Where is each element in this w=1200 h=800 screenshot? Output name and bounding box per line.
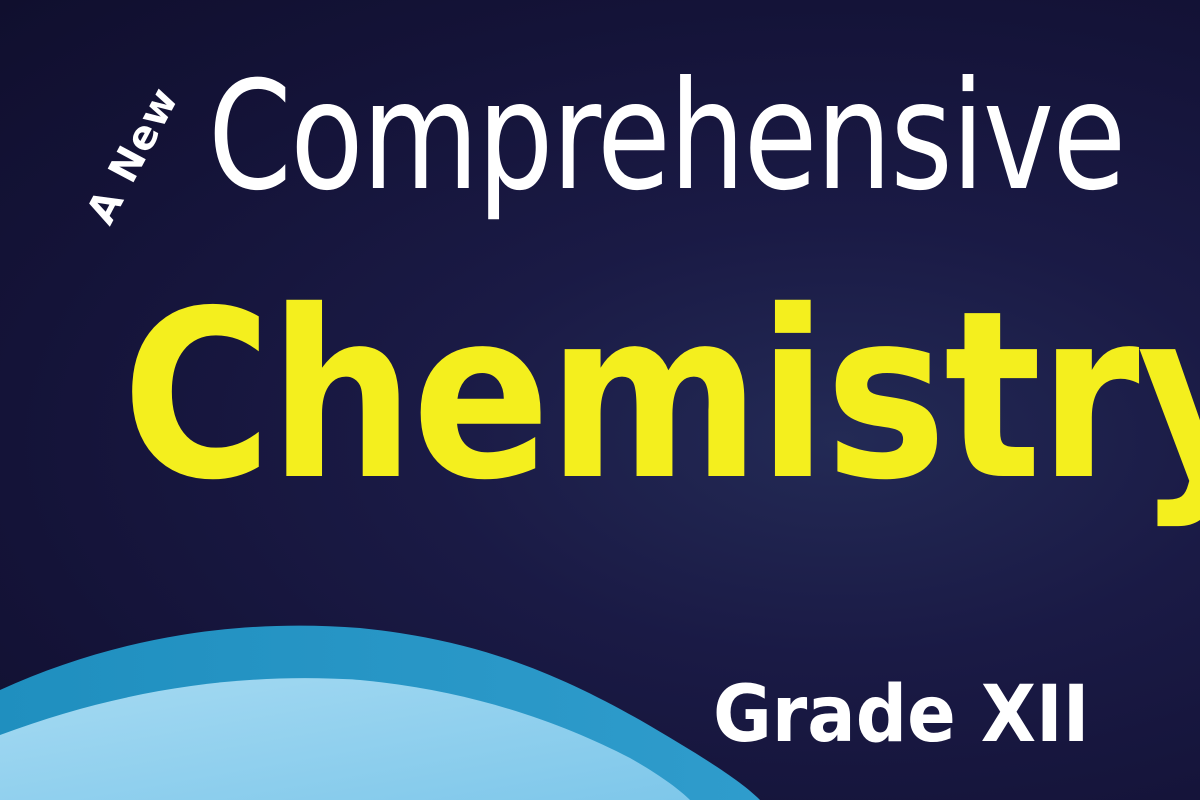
grade-label: Grade XII (713, 670, 1090, 760)
book-cover: A New Comprehensive Chemistry Grade XII (0, 0, 1200, 800)
title-chemistry: Chemistry (122, 261, 1200, 531)
title-comprehensive: Comprehensive (208, 50, 1126, 224)
